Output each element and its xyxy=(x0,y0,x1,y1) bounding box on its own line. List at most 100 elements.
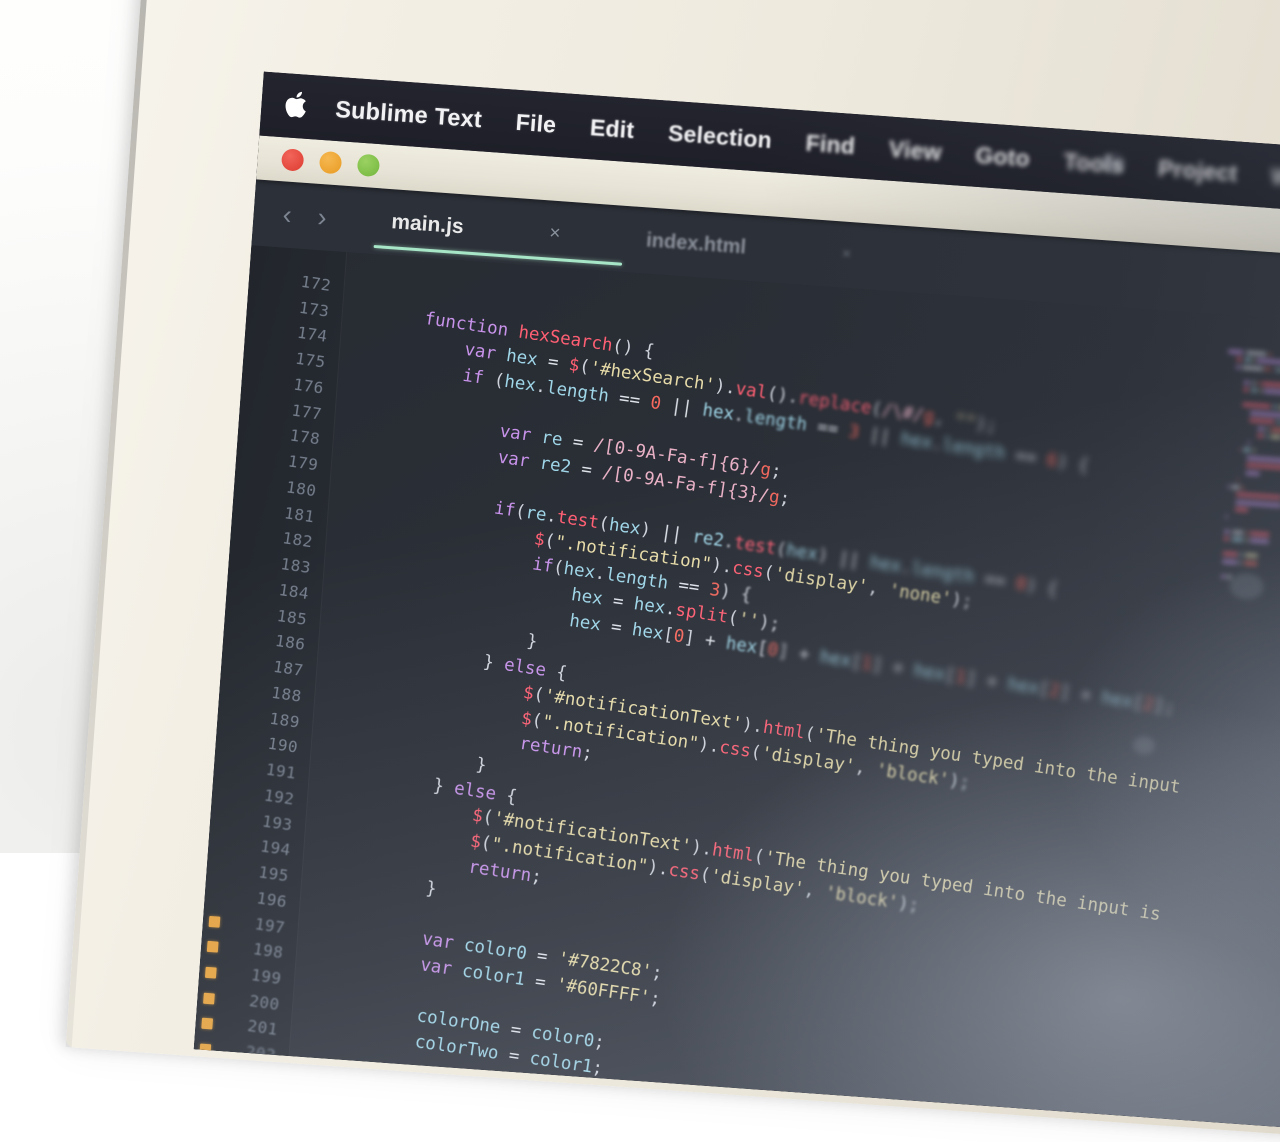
close-button[interactable] xyxy=(280,148,305,172)
close-icon[interactable]: × xyxy=(841,245,852,264)
minimap-line xyxy=(1265,434,1268,439)
minimap-line xyxy=(1236,477,1239,482)
modified-line-marker xyxy=(199,1043,212,1056)
minimap-line xyxy=(1240,552,1243,557)
minimap-line xyxy=(1234,507,1249,513)
code-editor[interactable]: 172 173 174 175 176 177 178 179 180 181 182 183 184 1… xyxy=(193,245,1280,1134)
minimap-line xyxy=(1248,440,1251,445)
line-number: 193 xyxy=(260,810,294,835)
modified-line-marker xyxy=(206,941,219,953)
line-number: 174 xyxy=(295,323,329,347)
minimap-line xyxy=(1242,402,1271,409)
modified-line-marker xyxy=(204,966,217,979)
line-number: 203 xyxy=(242,1067,276,1091)
line-number: 201 xyxy=(245,1016,279,1040)
minimap-line xyxy=(1232,529,1244,535)
line-number: 202 xyxy=(244,1042,277,1066)
minimap-line xyxy=(1227,484,1230,489)
minimap-line xyxy=(1259,388,1262,393)
minimap-line xyxy=(1245,470,1260,476)
minimap-line xyxy=(1242,364,1264,371)
minimap-line xyxy=(1227,574,1232,579)
menu-item-tools[interactable]: Tools xyxy=(1046,146,1142,180)
minimap-line xyxy=(1262,381,1280,388)
menu-item-window[interactable]: Window xyxy=(1253,161,1280,197)
minimap-line xyxy=(1272,404,1277,409)
minimap-line xyxy=(1250,530,1270,537)
menu-item-sublime-text[interactable]: Sublime Text xyxy=(334,95,499,134)
minimap-line xyxy=(1263,388,1280,396)
line-number: 188 xyxy=(269,682,303,706)
minimap-line xyxy=(1251,380,1256,385)
menu-item-view[interactable]: View xyxy=(871,134,960,167)
minimap-line xyxy=(1236,356,1243,362)
minimap-line xyxy=(1269,434,1280,440)
minimap-line xyxy=(1245,538,1248,543)
minimap-line xyxy=(1238,447,1241,452)
line-number: 194 xyxy=(258,836,292,860)
minimap-line xyxy=(1275,367,1280,372)
minimap-line xyxy=(1246,462,1280,471)
minimap-line xyxy=(1220,573,1225,579)
minimap-line xyxy=(1231,484,1240,489)
nav-forward-icon[interactable]: › xyxy=(304,201,341,232)
line-number: 196 xyxy=(255,887,288,912)
tab-label: index.html xyxy=(645,228,747,259)
minimap-line xyxy=(1241,485,1244,490)
minimap-line xyxy=(1244,553,1258,558)
line-number: 199 xyxy=(249,965,283,989)
minimap-line xyxy=(1221,558,1238,565)
code-content[interactable]: function hexSearch() {var hex = $('#hexS… xyxy=(290,252,1280,1133)
modified-line-marker xyxy=(201,1018,214,1030)
minimap-line xyxy=(1235,499,1280,507)
nav-back-icon[interactable]: ‹ xyxy=(269,199,306,230)
minimap-line xyxy=(1231,537,1244,542)
line-number: 192 xyxy=(262,785,296,809)
line-number: 175 xyxy=(293,348,327,373)
zoom-button[interactable] xyxy=(356,153,381,178)
close-icon[interactable]: × xyxy=(549,223,562,246)
code-line[interactable]: } xyxy=(525,631,538,652)
line-number: 184 xyxy=(277,579,310,604)
line-number: 172 xyxy=(299,271,333,295)
line-number: 180 xyxy=(284,477,318,501)
minimap-line xyxy=(1270,427,1280,433)
code-line[interactable]: } else { xyxy=(431,776,517,808)
minimap-line xyxy=(1247,455,1280,463)
minimap-line xyxy=(1257,433,1264,439)
line-number: 190 xyxy=(266,733,299,758)
line-number: 197 xyxy=(253,913,287,937)
minimize-button[interactable] xyxy=(318,150,343,175)
code-line[interactable]: } else { xyxy=(482,652,568,684)
line-number: 185 xyxy=(275,605,309,629)
minimap-line xyxy=(1239,560,1242,565)
code-line[interactable]: } xyxy=(475,755,488,776)
apple-logo-icon[interactable] xyxy=(282,90,310,122)
code-line[interactable]: } xyxy=(424,878,437,899)
menu-item-project[interactable]: Project xyxy=(1140,153,1255,188)
code-line[interactable]: return; xyxy=(518,734,594,764)
laptop-screen: Sublime Text File Edit Selection Find Vi… xyxy=(193,71,1280,1134)
menu-item-selection[interactable]: Selection xyxy=(650,118,790,155)
menu-item-edit[interactable]: Edit xyxy=(572,112,652,145)
tab-label: main.js xyxy=(390,210,465,239)
photo-background: Sublime Text File Edit Selection Find Vi… xyxy=(0,0,1280,1142)
minimap-line xyxy=(1266,426,1269,431)
minimap-line xyxy=(1243,560,1258,566)
laptop-bezel: Sublime Text File Edit Selection Find Vi… xyxy=(65,0,1280,1142)
menu-item-find[interactable]: Find xyxy=(788,128,873,161)
line-number: 186 xyxy=(273,631,307,655)
minimap-line xyxy=(1224,529,1231,534)
minimap-line xyxy=(1243,387,1250,392)
line-number: 178 xyxy=(288,425,322,450)
minimap-line xyxy=(1225,514,1228,519)
minimap-line xyxy=(1271,366,1274,372)
menu-item-goto[interactable]: Goto xyxy=(958,140,1048,173)
minimap-line xyxy=(1269,351,1272,356)
code-line[interactable]: // Se xyxy=(409,1083,464,1110)
code-line[interactable]: return; xyxy=(467,857,543,887)
modified-line-marker xyxy=(203,992,215,1005)
minimap-line xyxy=(1244,357,1251,362)
menu-item-file[interactable]: File xyxy=(498,107,574,139)
minimap-line xyxy=(1243,380,1250,385)
